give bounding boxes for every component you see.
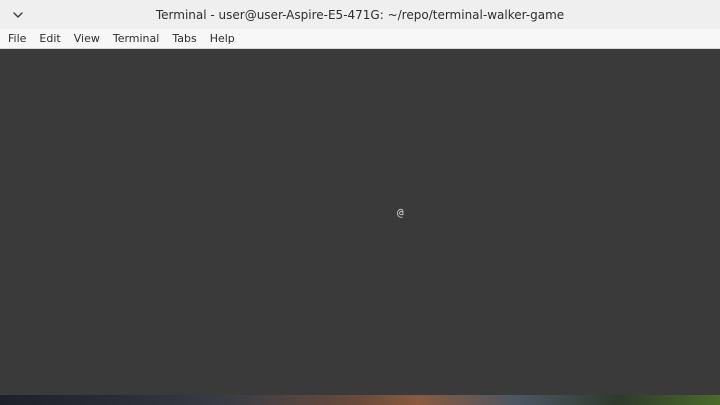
menu-view[interactable]: View <box>74 29 100 49</box>
chevron-down-icon[interactable] <box>10 7 26 23</box>
terminal-window: Terminal - user@user-Aspire-E5-471G: ~/r… <box>0 0 720 395</box>
menu-bar: File Edit View Terminal Tabs Help <box>0 29 720 49</box>
menu-tabs[interactable]: Tabs <box>172 29 196 49</box>
window-title: Terminal - user@user-Aspire-E5-471G: ~/r… <box>155 7 565 22</box>
menu-file[interactable]: File <box>8 29 26 49</box>
menu-edit[interactable]: Edit <box>39 29 60 49</box>
menu-help[interactable]: Help <box>210 29 235 49</box>
player-character: @ <box>397 206 404 219</box>
terminal-screen[interactable]: @ <box>1 49 719 395</box>
desktop-background <box>0 395 720 405</box>
title-bar[interactable]: Terminal - user@user-Aspire-E5-471G: ~/r… <box>0 0 720 29</box>
menu-terminal[interactable]: Terminal <box>113 29 160 49</box>
